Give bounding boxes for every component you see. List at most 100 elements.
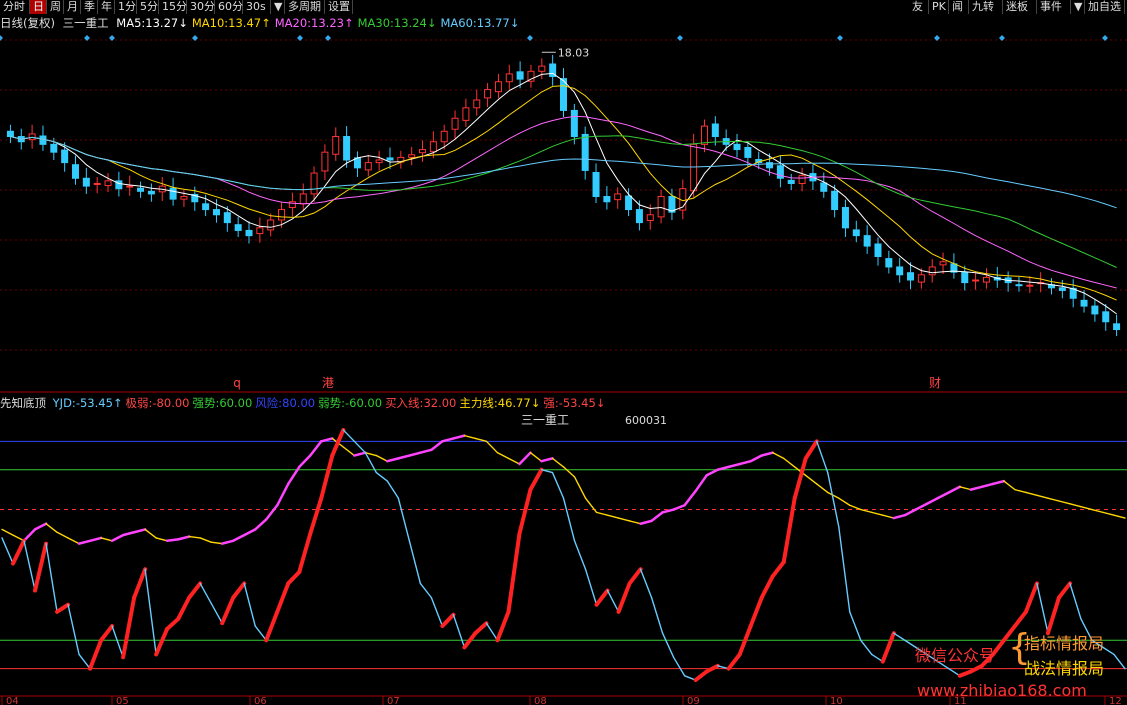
series-0-seg-37 xyxy=(397,497,411,542)
event-diamond-2 xyxy=(109,35,115,41)
ind-item-2: 强势:60.00 xyxy=(192,396,252,410)
series-1-seg-96 xyxy=(1047,497,1060,502)
x-tick-label-4: 08 xyxy=(534,696,547,705)
series-0-seg-101 xyxy=(1102,646,1115,656)
series-0-seg-9 xyxy=(88,638,104,671)
candle-body-22 xyxy=(245,229,253,237)
candle-body-6 xyxy=(71,164,79,179)
series-1-seg-62 xyxy=(672,504,686,511)
series-0-seg-10 xyxy=(99,624,115,643)
candle-body-47 xyxy=(516,71,524,80)
series-0-seg-78 xyxy=(849,611,862,641)
series-0-seg-98 xyxy=(1069,582,1082,620)
candle-body-37 xyxy=(408,154,416,158)
candle-body-59 xyxy=(646,214,654,222)
ind-item-7: 强:-53.45↓ xyxy=(543,396,605,410)
candle-body-21 xyxy=(234,224,242,231)
ind-item-arrow: ↓ xyxy=(530,396,541,410)
event-diamond-11 xyxy=(1102,35,1108,41)
watermark-line2: 战法情报局 xyxy=(1024,659,1105,678)
event-diamond-4 xyxy=(297,35,303,41)
series-1-seg-89 xyxy=(969,485,984,491)
series-0-seg-16 xyxy=(165,616,181,631)
series-1-seg-94 xyxy=(1025,491,1038,497)
event-diamond-8 xyxy=(837,35,843,41)
ind-item-label: 强: xyxy=(543,396,559,410)
ind-item-value: -53.45 xyxy=(558,396,596,410)
series-1-seg-53 xyxy=(573,476,587,499)
series-0-seg-52 xyxy=(562,497,576,542)
series-1-seg-28 xyxy=(298,454,312,469)
candle-body-85 xyxy=(928,266,936,276)
series-0-seg-53 xyxy=(573,540,587,570)
ind-item-value: -60.00 xyxy=(344,396,383,410)
series-0-seg-32 xyxy=(342,429,356,443)
candle-body-88 xyxy=(961,271,969,284)
watermark-line1: 指标情报局 xyxy=(1024,634,1105,653)
series-1-seg-55 xyxy=(595,511,609,516)
series-1-seg-37 xyxy=(397,454,411,460)
series-1-seg-39 xyxy=(419,448,433,454)
series-1-seg-33 xyxy=(353,451,367,457)
candle-body-24 xyxy=(267,219,275,231)
series-0-seg-94 xyxy=(1023,581,1039,614)
series-1-seg-54 xyxy=(584,497,598,514)
series-0-seg-61 xyxy=(661,632,675,659)
series-1-seg-83 xyxy=(903,508,918,517)
candle-body-49 xyxy=(538,65,546,72)
series-1-seg-10 xyxy=(100,537,113,542)
series-0-seg-18 xyxy=(187,581,203,600)
ind-item-3: 风险:80.00 xyxy=(255,396,315,410)
series-1-seg-47 xyxy=(507,457,521,465)
series-0-seg-11 xyxy=(111,625,124,659)
series-0-seg-5 xyxy=(45,542,58,613)
series-1-seg-86 xyxy=(936,491,951,500)
series-0-seg-60 xyxy=(650,596,664,634)
candle-body-3 xyxy=(39,135,47,145)
series-0-seg-23 xyxy=(243,582,256,627)
series-0-seg-1 xyxy=(1,537,14,565)
series-1-seg-11 xyxy=(110,533,125,543)
candle-body-31 xyxy=(343,136,351,161)
ind-item-value: 60.00 xyxy=(219,396,253,410)
series-1-seg-6 xyxy=(56,531,69,539)
event-marker-2: 财 xyxy=(929,376,941,390)
series-0-seg-70 xyxy=(759,574,775,600)
series-1-seg-40 xyxy=(430,440,444,452)
series-0-seg-25 xyxy=(264,609,280,643)
series-0-seg-42 xyxy=(452,613,466,649)
series-1-seg-16 xyxy=(165,538,180,543)
series-0-seg-77 xyxy=(838,525,851,613)
series-1-seg-71 xyxy=(771,451,785,460)
candle-body-93 xyxy=(1015,284,1023,287)
candlestick-chart[interactable]: 18.03q 港财三一重工 60003104 05 06 07 08 09 10 11 12 xyxy=(0,0,1127,705)
series-0-seg-40 xyxy=(430,596,444,627)
x-tick-label-5: 09 xyxy=(687,696,700,705)
series-0-seg-22 xyxy=(231,581,247,600)
series-1-seg-18 xyxy=(188,535,201,539)
series-1-seg-95 xyxy=(1036,494,1049,499)
ind-item-label: 强势: xyxy=(192,396,220,410)
series-1-seg-45 xyxy=(485,440,499,454)
candle-body-2 xyxy=(28,133,36,141)
ind-item-value: -80.00 xyxy=(152,396,190,410)
series-1-seg-24 xyxy=(253,518,268,531)
series-1-seg-57 xyxy=(617,517,631,522)
series-0-seg-65 xyxy=(704,663,720,674)
watermark-url: www.zhibiao168.com xyxy=(917,681,1087,700)
series-0-seg-38 xyxy=(408,540,422,585)
series-0-seg-17 xyxy=(176,595,192,621)
series-1-seg-72 xyxy=(782,457,796,468)
indicator-name: 先知底顶 xyxy=(0,396,46,410)
series-1-seg-59 xyxy=(639,519,653,525)
event-diamond-6 xyxy=(527,35,533,41)
series-1-seg-88 xyxy=(959,486,972,491)
candle-body-30 xyxy=(332,136,340,155)
series-0-seg-74 xyxy=(803,439,819,461)
candle-body-76 xyxy=(831,190,839,211)
ind-item-label: 弱势: xyxy=(318,396,345,410)
candle-body-72 xyxy=(787,179,795,184)
candle-body-68 xyxy=(744,146,752,158)
indicator-legend: 先知底顶 YJD:-53.45↑ 极弱:-80.00 强势:60.00 风险:80.0… xyxy=(0,395,611,411)
series-1-seg-74 xyxy=(805,474,818,485)
